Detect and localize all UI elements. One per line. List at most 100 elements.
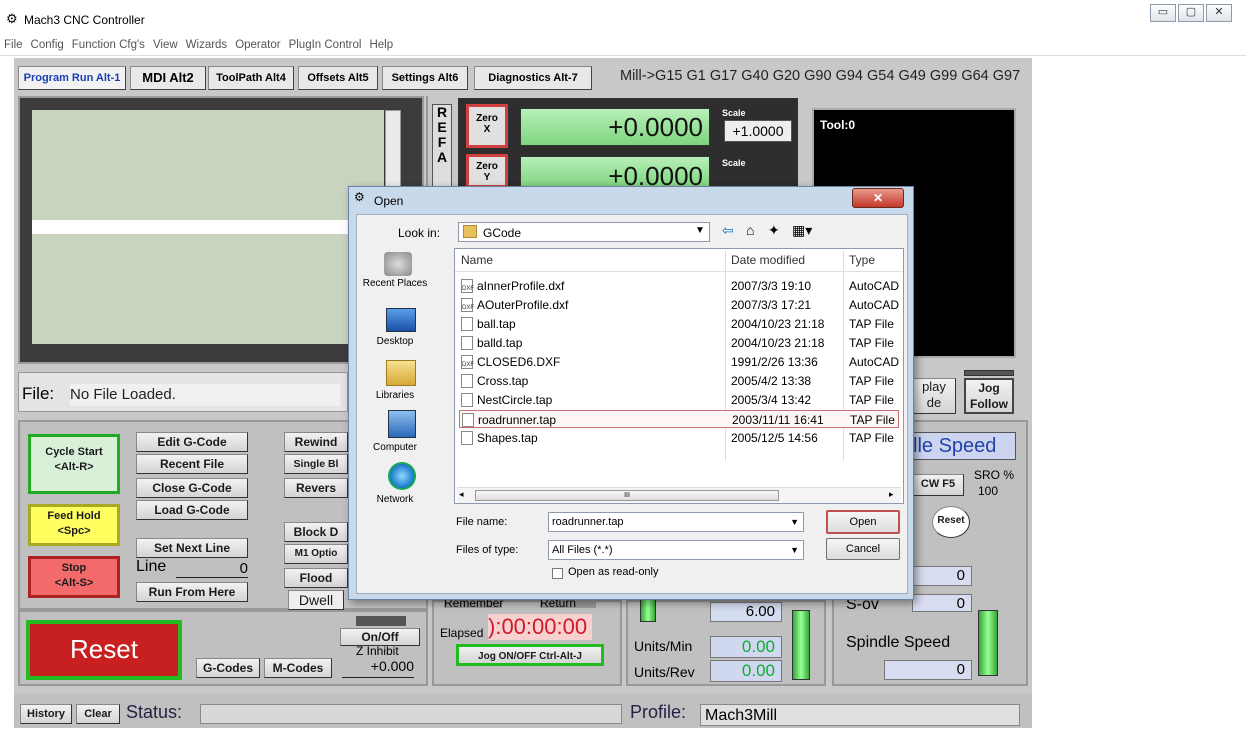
zero-x-button[interactable]: Zero X	[466, 104, 508, 148]
place-libraries[interactable]: Libraries	[360, 390, 430, 401]
z-inhibit-value[interactable]: +0.000	[342, 658, 414, 678]
feed-hold-button[interactable]: Feed Hold <Spc>	[28, 504, 120, 546]
run-from-here-button[interactable]: Run From Here	[136, 582, 248, 602]
flood-button[interactable]: Flood	[284, 568, 348, 588]
tab-mdi[interactable]: MDI Alt2	[130, 66, 206, 90]
tab-toolpath[interactable]: ToolPath Alt4	[208, 66, 294, 90]
x-axis-dro[interactable]: +0.0000	[520, 108, 710, 146]
reset-button[interactable]: Reset	[26, 620, 182, 680]
reverse-run-button[interactable]: Revers	[284, 478, 348, 498]
recent-places-icon[interactable]	[384, 252, 412, 276]
file-name-input[interactable]: roadrunner.tap ▼	[548, 512, 804, 532]
history-button[interactable]: History	[20, 704, 72, 724]
m1-optional-stop-button[interactable]: M1 Optio	[284, 544, 348, 564]
file-row[interactable]: DXF aInnerProfile.dxf 2007/3/3 19:10 AutoCA…	[459, 277, 899, 295]
file-row[interactable]: DXF CLOSED6.DXF 1991/2/26 13:36 AutoCAD	[459, 353, 899, 371]
recent-file-button[interactable]: Recent File	[136, 454, 248, 474]
desktop-icon[interactable]	[386, 308, 416, 332]
rewind-button[interactable]: Rewind	[284, 432, 348, 452]
file-name-display: No File Loaded.	[70, 384, 340, 406]
tab-settings[interactable]: Settings Alt6	[382, 66, 468, 90]
window-titlebar: ⚙ Mach3 CNC Controller ▭ ▢ ✕	[0, 0, 1246, 36]
g-codes-button[interactable]: G-Codes	[196, 658, 260, 678]
gcode-list-bottom	[32, 234, 384, 344]
maximize-button[interactable]: ▢	[1178, 4, 1204, 22]
menu-wizards[interactable]: Wizards	[182, 36, 232, 51]
file-row[interactable]: Cross.tap 2005/4/2 13:38 TAP File	[459, 372, 899, 390]
dialog-close-button[interactable]: ✕	[852, 188, 904, 208]
jog-follow-button[interactable]: Jog Follow	[964, 378, 1014, 414]
file-row[interactable]: ball.tap 2004/10/23 21:18 TAP File	[459, 315, 899, 333]
cancel-button[interactable]: Cancel	[826, 538, 900, 560]
open-button[interactable]: Open	[826, 510, 900, 534]
file-type-select[interactable]: All Files (*.*) ▼	[548, 540, 804, 560]
computer-icon[interactable]	[388, 410, 416, 438]
load-gcode-button[interactable]: Load G-Code	[136, 500, 248, 520]
tab-program-run[interactable]: Program Run Alt-1	[18, 66, 126, 90]
stop-button[interactable]: Stop <Alt-S>	[28, 556, 120, 598]
libraries-icon[interactable]	[386, 360, 416, 386]
scale-x-field[interactable]: +1.0000	[724, 120, 792, 142]
m-codes-button[interactable]: M-Codes	[264, 658, 332, 678]
file-row[interactable]: balld.tap 2004/10/23 21:18 TAP File	[459, 334, 899, 352]
close-button[interactable]: ✕	[1206, 4, 1232, 22]
file-type-cell: AutoCAD	[849, 279, 900, 293]
line-value[interactable]: 0	[176, 560, 248, 578]
clear-button[interactable]: Clear	[76, 704, 120, 724]
dwell-button[interactable]: Dwell	[288, 590, 344, 610]
column-name[interactable]: Name	[461, 253, 493, 267]
scroll-left-icon[interactable]: ◂	[459, 489, 464, 500]
menu-operator[interactable]: Operator	[231, 36, 284, 51]
column-date-modified[interactable]: Date modified	[731, 253, 805, 267]
place-recent-places[interactable]: Recent Places	[360, 278, 430, 289]
y-axis-dro[interactable]: +0.0000	[520, 156, 710, 188]
column-type[interactable]: Type	[849, 253, 875, 267]
place-network[interactable]: Network	[360, 494, 430, 505]
menu-plugin-control[interactable]: PlugIn Control	[285, 36, 366, 51]
tab-offsets[interactable]: Offsets Alt5	[298, 66, 378, 90]
scroll-right-icon[interactable]: ▸	[889, 489, 894, 500]
tab-diagnostics[interactable]: Diagnostics Alt-7	[474, 66, 592, 90]
single-block-button[interactable]: Single Bl	[284, 454, 348, 474]
file-name-cell: aInnerProfile.dxf	[477, 279, 565, 293]
jog-onoff-button[interactable]: Jog ON/OFF Ctrl-Alt-J	[456, 644, 604, 666]
back-icon[interactable]: ⇦	[722, 222, 734, 239]
up-folder-icon[interactable]: ⌂	[746, 222, 754, 238]
new-folder-icon[interactable]: ✦	[768, 222, 780, 239]
sov-value: 0	[912, 594, 972, 612]
zero-y-button[interactable]: Zero Y	[466, 154, 508, 188]
read-only-checkbox[interactable]	[552, 568, 563, 579]
set-next-line-button[interactable]: Set Next Line	[136, 538, 248, 558]
menu-help[interactable]: Help	[365, 36, 397, 51]
look-in-combobox[interactable]: GCode ▼	[458, 222, 710, 242]
block-delete-button[interactable]: Block D	[284, 522, 348, 542]
horizontal-scrollbar[interactable]: ◂ III ▸	[457, 487, 901, 503]
file-list: Name Date modified Type DXF aInnerProfile…	[454, 248, 904, 504]
menu-config[interactable]: Config	[27, 36, 68, 51]
file-date-cell: 2007/3/3 19:10	[731, 279, 812, 293]
scroll-thumb[interactable]: III	[475, 490, 779, 501]
file-row[interactable]: DXF AOuterProfile.dxf 2007/3/3 17:21 AutoCA…	[459, 296, 899, 314]
file-row[interactable]: Shapes.tap 2005/12/5 14:56 TAP File	[459, 429, 899, 447]
spindle-reset-button[interactable]: Reset	[932, 506, 970, 538]
edit-gcode-button[interactable]: Edit G-Code	[136, 432, 248, 452]
spindle-cw-button[interactable]: CW F5	[912, 474, 964, 496]
place-computer[interactable]: Computer	[360, 442, 430, 453]
feedrate-field[interactable]: 6.00	[710, 602, 782, 622]
display-mode-button[interactable]: play de	[912, 378, 956, 414]
network-icon[interactable]	[388, 462, 416, 490]
file-name-cell: ball.tap	[477, 317, 516, 331]
ref-all-home-button[interactable]: REFA	[432, 104, 452, 194]
file-name-cell: roadrunner.tap	[478, 413, 557, 427]
menu-function-cfgs[interactable]: Function Cfg's	[68, 36, 149, 51]
file-row[interactable]: NestCircle.tap 2005/3/4 13:42 TAP File	[459, 391, 899, 409]
feed-bar	[792, 610, 810, 680]
view-menu-icon[interactable]: ▦▾	[792, 222, 812, 239]
menu-file[interactable]: File	[0, 36, 27, 51]
file-row[interactable]: roadrunner.tap 2003/11/11 16:41 TAP File	[459, 410, 899, 428]
close-gcode-button[interactable]: Close G-Code	[136, 478, 248, 498]
place-desktop[interactable]: Desktop	[360, 336, 430, 347]
menu-view[interactable]: View	[149, 36, 182, 51]
cycle-start-button[interactable]: Cycle Start <Alt-R>	[28, 434, 120, 494]
minimize-button[interactable]: ▭	[1150, 4, 1176, 22]
